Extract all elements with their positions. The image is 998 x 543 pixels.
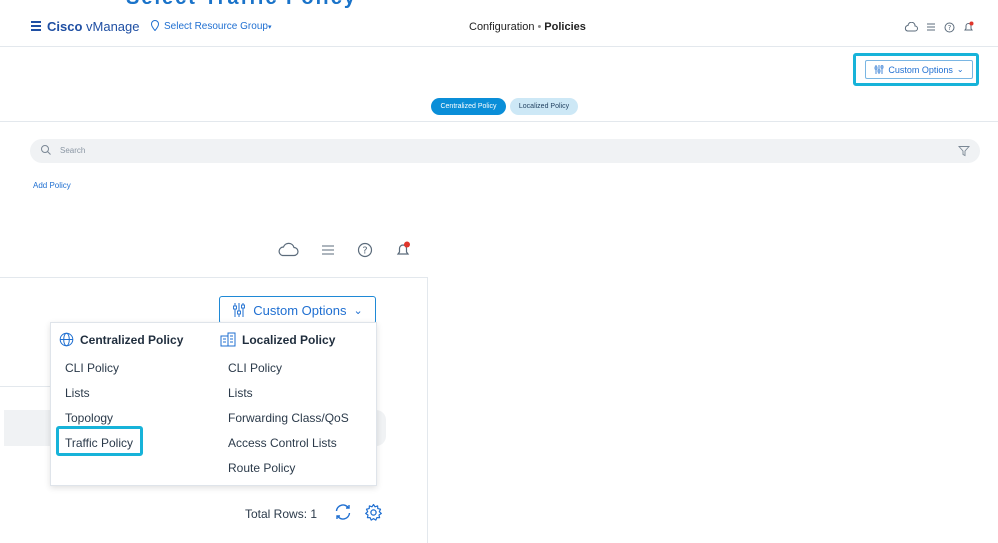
zoom-divider-2 (0, 386, 50, 387)
refresh-icon[interactable] (333, 502, 353, 522)
custom-options-label: Custom Options (253, 302, 347, 318)
brand-bold: Cisco (47, 19, 83, 34)
select-resource-group-dropdown[interactable]: Select Resource Group▾ (164, 21, 271, 32)
menu-item-cli-policy-localized[interactable]: CLI Policy (228, 361, 282, 375)
menu-item-lists-localized[interactable]: Lists (228, 386, 253, 400)
building-icon (220, 332, 236, 347)
custom-options-button-zoomed[interactable]: Custom Options ⌄ (219, 296, 376, 324)
globe-icon (59, 332, 74, 347)
notification-bell-icon[interactable] (395, 241, 411, 258)
tabs-divider (0, 121, 998, 122)
top-header: Cisco vManage Select Resource Group▾ Con… (0, 12, 998, 47)
brand-logo: Cisco vManage (47, 19, 140, 34)
menu-item-route-policy[interactable]: Route Policy (228, 461, 295, 475)
notification-bell-icon[interactable] (963, 21, 974, 33)
filter-icon[interactable] (958, 145, 970, 157)
zoom-divider (0, 277, 427, 278)
options-sliders-icon (233, 303, 246, 317)
brand-rest: vManage (82, 19, 140, 34)
hamburger-menu-icon[interactable] (31, 21, 41, 31)
task-list-icon[interactable] (926, 22, 936, 32)
top-caption: Select Traffic Policy (126, 0, 357, 10)
zoomed-header-icons: ? (277, 241, 411, 258)
resource-group-label: Select Resource Group (164, 21, 268, 32)
localized-policy-heading: Localized Policy (220, 332, 335, 347)
custom-options-label: Custom Options (888, 64, 953, 75)
search-icon (41, 145, 51, 155)
menu-item-topology[interactable]: Topology (65, 411, 113, 425)
tab-centralized-policy[interactable]: Centralized Policy (431, 98, 506, 115)
total-rows-label: Total Rows: 1 (245, 507, 318, 521)
title-prefix: Configuration (469, 21, 535, 33)
menu-item-forwarding-class-qos[interactable]: Forwarding Class/QoS (228, 411, 349, 425)
zoom-search-bg-right (376, 410, 386, 446)
chevron-down-icon: ⌄ (353, 304, 363, 317)
menu-item-lists-centralized[interactable]: Lists (65, 386, 90, 400)
task-list-icon[interactable] (321, 243, 335, 257)
traffic-policy-highlight (56, 426, 143, 456)
svg-text:?: ? (948, 24, 952, 32)
custom-options-button[interactable]: Custom Options ⌄ (865, 60, 973, 79)
cloud-icon[interactable] (277, 242, 299, 257)
menu-item-access-control-lists[interactable]: Access Control Lists (228, 436, 337, 450)
page-title: Configuration • Policies (469, 21, 586, 33)
menu-item-cli-policy-centralized[interactable]: CLI Policy (65, 361, 119, 375)
header-icons: ? (904, 19, 974, 35)
search-input[interactable]: Search (60, 146, 85, 155)
cloud-icon[interactable] (904, 22, 918, 32)
add-policy-link[interactable]: Add Policy (33, 181, 71, 190)
zoom-border (427, 277, 428, 543)
custom-options-menu: Centralized Policy CLI Policy Lists Topo… (50, 322, 377, 486)
help-icon[interactable]: ? (944, 22, 955, 33)
search-bar[interactable]: Search (30, 139, 980, 163)
svg-text:?: ? (362, 245, 367, 256)
options-sliders-icon (875, 65, 884, 74)
chevron-down-icon: ⌄ (956, 65, 964, 74)
location-pin-icon (151, 20, 159, 31)
centralized-policy-heading: Centralized Policy (59, 332, 183, 347)
zoom-search-bg (4, 410, 50, 446)
title-separator: • (537, 21, 542, 33)
caret-down-icon: ▾ (267, 24, 272, 31)
help-icon[interactable]: ? (357, 242, 373, 258)
centralized-heading-text: Centralized Policy (80, 332, 184, 347)
gear-icon[interactable] (364, 503, 383, 522)
tab-localized-policy[interactable]: Localized Policy (510, 98, 578, 115)
title-main: Policies (544, 21, 586, 33)
localized-heading-text: Localized Policy (242, 332, 336, 347)
